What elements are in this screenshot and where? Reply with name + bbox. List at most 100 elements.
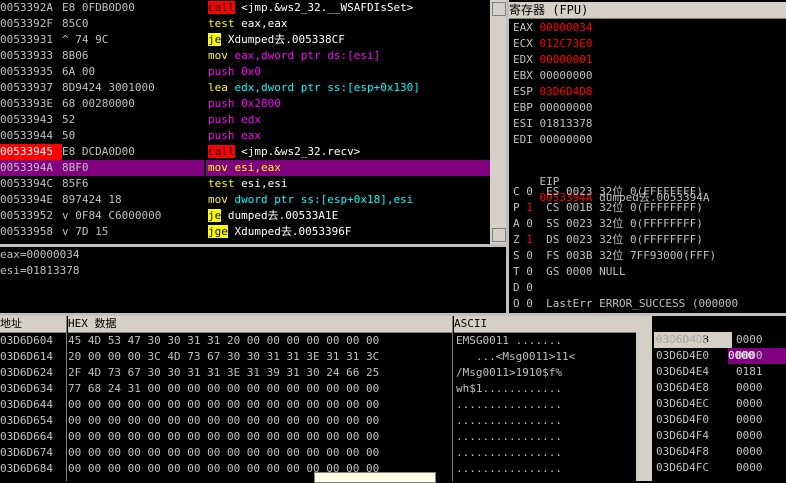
- reg-ebx[interactable]: EBX 00000000: [513, 68, 786, 84]
- reg-value[interactable]: 012C73E0: [540, 37, 593, 50]
- disasm-row[interactable]: 00533958 v 7D 15 jge Xdumped去.0053396F: [0, 224, 490, 240]
- disasm-scrollbar[interactable]: [490, 0, 506, 244]
- disasm-row[interactable]: 00533933 8B06 mov eax,dword ptr ds:[esi]: [0, 48, 490, 64]
- reg-esi[interactable]: ESI 01813378: [513, 116, 786, 132]
- flag-bit[interactable]: 0: [526, 265, 533, 278]
- disasm-instruction: je dumped去.00533A1E: [206, 208, 490, 224]
- disasm-row[interactable]: 0053394C 85F6 test esi,esi: [0, 176, 490, 192]
- disasm-bytes: v 0F84 C6000000: [62, 209, 162, 222]
- dump-address: 03D6D614: [0, 350, 53, 363]
- dump-header-hex[interactable]: HEX 数据: [68, 316, 452, 333]
- disasm-row[interactable]: 00533952 v 0F84 C6000000 je dumped去.00533A…: [0, 208, 490, 224]
- disasm-operands: esi,esi: [234, 177, 288, 190]
- reg-eip[interactable]: EIP 0053394A dumped去.0053394A: [513, 158, 786, 204]
- disasm-address: 0053392F: [0, 17, 53, 30]
- disasm-row[interactable]: 00533935 6A 00 push 0x0: [0, 64, 490, 80]
- dump-row[interactable]: 03D6D604 45 4D 53 47 30 30 31 31 20 00 00…: [0, 333, 636, 349]
- reg-value[interactable]: 00000000: [540, 101, 593, 114]
- disasm-row[interactable]: 0053394E 897424 18 mov dword ptr ss:[esp+0…: [0, 192, 490, 208]
- reg-ebp[interactable]: EBP 00000000: [513, 100, 786, 116]
- dump-row[interactable]: 03D6D644 00 00 00 00 00 00 00 00 00 00 00…: [0, 397, 636, 413]
- reg-ecx[interactable]: ECX 012C73E0: [513, 36, 786, 52]
- stack-value: 0000: [736, 429, 763, 442]
- flag-segment-info: LastErr ERROR_SUCCESS (000000: [532, 297, 739, 310]
- reg-value[interactable]: 01813378: [540, 117, 593, 130]
- stack-row[interactable]: 03D6D4E4 0181: [654, 364, 786, 380]
- flag-d[interactable]: D 0: [513, 280, 786, 296]
- disasm-row[interactable]: 00533943 52 push edx: [0, 112, 490, 128]
- dump-row[interactable]: 03D6D634 77 68 24 31 00 00 00 00 00 00 00…: [0, 381, 636, 397]
- dump-address: 03D6D674: [0, 446, 53, 459]
- reg-value[interactable]: 00000000: [540, 69, 593, 82]
- flag-bit[interactable]: 0: [526, 297, 533, 310]
- disasm-row[interactable]: 00533944 50 push eax: [0, 128, 490, 144]
- flag-bit[interactable]: 0: [526, 281, 533, 294]
- registers-header[interactable]: 寄存器 (FPU): [509, 2, 786, 19]
- reg-value[interactable]: 00000034: [540, 21, 593, 34]
- flag-name: Z: [513, 233, 520, 246]
- dump-header-ascii[interactable]: ASCII: [454, 316, 636, 333]
- stack-row[interactable]: 03D6D4E0 0000: [654, 348, 786, 364]
- disasm-row[interactable]: 0053394A 8BF0 mov esi,eax: [0, 160, 490, 176]
- dump-row[interactable]: 03D6D674 00 00 00 00 00 00 00 00 00 00 00…: [0, 445, 636, 461]
- flag-o[interactable]: O 0 LastErr ERROR_SUCCESS (000000: [513, 296, 786, 312]
- stack-pane[interactable]: 03D6D4D8 0000 03D6D4DC 0000 03D6D4E0 0000 03…: [654, 316, 786, 481]
- partial-popup[interactable]: [314, 472, 436, 483]
- stack-row[interactable]: 03D6D4F8 0000: [654, 444, 786, 460]
- disasm-operands: esi,eax: [227, 161, 281, 174]
- stack-row[interactable]: 03D6D4FC 0000: [654, 460, 786, 476]
- info-pane[interactable]: eax=00000034 esi=01813378: [0, 247, 506, 313]
- disasm-row[interactable]: 0053392F 85C0 test eax,eax: [0, 16, 490, 32]
- flag-p[interactable]: P 1 CS 001B 32位 0(FFFFFFFF): [513, 200, 786, 216]
- stack-value: 0000: [736, 397, 763, 410]
- flag-c[interactable]: C 0 ES 0023 32位 0(FFFFFFFF): [513, 184, 786, 200]
- dump-ascii: wh$1............: [456, 382, 562, 395]
- flag-bit[interactable]: 0: [526, 185, 533, 198]
- reg-edx[interactable]: EDX 00000001: [513, 52, 786, 68]
- flag-bit[interactable]: 0: [526, 217, 533, 230]
- flag-segment-info: ES 0023 32位 0(FFFFFFFF): [532, 185, 703, 198]
- flag-bit[interactable]: 0: [526, 249, 533, 262]
- stack-value: 0000: [736, 333, 763, 346]
- disasm-row[interactable]: 0053393E 68 00280000 push 0x2800: [0, 96, 490, 112]
- stack-row[interactable]: 03D6D4DC 0000: [654, 332, 786, 348]
- disasm-instruction: test eax,eax: [206, 16, 490, 32]
- disasm-operands: dword ptr ss:[esp+0x18],esi: [227, 193, 414, 206]
- dump-row[interactable]: 03D6D624 2F 4D 73 67 30 30 31 31 3E 31 39…: [0, 365, 636, 381]
- disasm-row[interactable]: 00533931 ^ 74 9C je Xdumped去.005338CF: [0, 32, 490, 48]
- disasm-mnemonic: je: [208, 209, 222, 222]
- disasm-row[interactable]: 00533945 E8 DCDA0D00 call <jmp.&ws2_32.rec…: [0, 144, 490, 160]
- registers-pane[interactable]: EAX 00000034 ECX 012C73E0 EDX 00000001 EBX …: [509, 20, 786, 313]
- dump-hex: 00 00 00 00 00 00 00 00 00 00 00 00 00 0…: [68, 446, 380, 459]
- stack-row[interactable]: 03D6D4F4 0000: [654, 428, 786, 444]
- stack-row[interactable]: 03D6D4F0 0000: [654, 412, 786, 428]
- dump-pane[interactable]: 03D6D604 45 4D 53 47 30 30 31 31 20 00 00…: [0, 333, 636, 481]
- reg-esp[interactable]: ESP 03D6D4D8: [513, 84, 786, 100]
- dump-row[interactable]: 03D6D614 20 00 00 00 3C 4D 73 67 30 30 31…: [0, 349, 636, 365]
- reg-value[interactable]: 03D6D4D8: [540, 85, 593, 98]
- stack-top-row[interactable]: 03D6D4D8 0000: [654, 316, 786, 364]
- disasm-instruction: call <jmp.&ws2_32.__WSAFDIsSet>: [206, 0, 490, 16]
- flag-a[interactable]: A 0 SS 0023 32位 0(FFFFFFFF): [513, 216, 786, 232]
- stack-row[interactable]: 03D6D4EC 0000: [654, 396, 786, 412]
- dump-row[interactable]: 03D6D654 00 00 00 00 00 00 00 00 00 00 00…: [0, 413, 636, 429]
- reg-value[interactable]: 00000000: [540, 133, 593, 146]
- disasm-row[interactable]: 0053392A E8 0FDB0D00 call <jmp.&ws2_32.__W…: [0, 0, 490, 16]
- reg-name: EAX: [513, 21, 533, 34]
- dump-scrollbar[interactable]: [636, 316, 652, 481]
- reg-eax[interactable]: EAX 00000034: [513, 20, 786, 36]
- flag-z[interactable]: Z 1 DS 0023 32位 0(FFFFFFFF): [513, 232, 786, 248]
- dump-header-addr[interactable]: 地址: [0, 316, 66, 333]
- disasm-pane[interactable]: 0053392A E8 0FDB0D00 call <jmp.&ws2_32.__W…: [0, 0, 490, 244]
- flag-bit[interactable]: 1: [526, 233, 533, 246]
- stack-row[interactable]: 03D6D4E8 0000: [654, 380, 786, 396]
- disasm-row[interactable]: 00533937 8D9424 3001000 lea edx,dword ptr …: [0, 80, 490, 96]
- flag-t[interactable]: T 0 GS 0000 NULL: [513, 264, 786, 280]
- reg-value[interactable]: 00000001: [540, 53, 593, 66]
- disasm-bytes: 52: [62, 113, 76, 126]
- disasm-address: 00533935: [0, 65, 53, 78]
- flag-s[interactable]: S 0 FS 003B 32位 7FF93000(FFF): [513, 248, 786, 264]
- flag-bit[interactable]: 1: [526, 201, 533, 214]
- dump-row[interactable]: 03D6D664 00 00 00 00 00 00 00 00 00 00 00…: [0, 429, 636, 445]
- reg-edi[interactable]: EDI 00000000: [513, 132, 786, 148]
